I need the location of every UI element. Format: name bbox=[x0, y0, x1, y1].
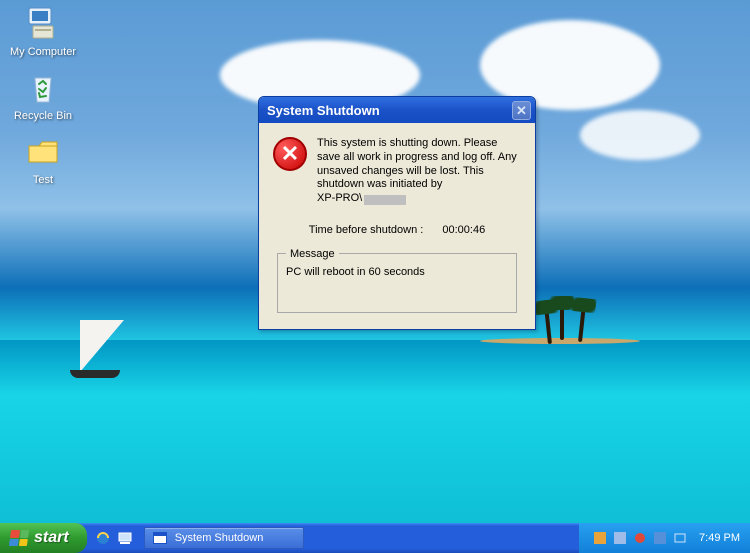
desktop-icon-label: My Computer bbox=[6, 46, 80, 58]
desktop-icon-label: Recycle Bin bbox=[6, 110, 80, 122]
dialog-body: ✕ This system is shutting down. Please s… bbox=[259, 123, 535, 329]
tray-icon[interactable] bbox=[653, 531, 667, 545]
message-legend: Message bbox=[286, 248, 339, 260]
desktop-icon-my-computer[interactable]: My Computer bbox=[6, 4, 80, 58]
desktop-icon-label: Test bbox=[6, 174, 80, 186]
desktop-icons: My Computer Recycle Bin Test bbox=[6, 4, 80, 196]
close-icon: ✕ bbox=[516, 104, 527, 117]
desktop-icon-recycle-bin[interactable]: Recycle Bin bbox=[6, 68, 80, 122]
tray-icon[interactable] bbox=[673, 531, 687, 545]
taskbar-button-label: System Shutdown bbox=[175, 532, 264, 544]
timer-value: 00:00:46 bbox=[442, 224, 485, 236]
start-label: start bbox=[34, 529, 69, 547]
wallpaper-sailboat bbox=[80, 320, 124, 372]
quick-launch-ie-icon[interactable] bbox=[95, 530, 111, 546]
desktop-icon-folder-test[interactable]: Test bbox=[6, 132, 80, 186]
shutdown-message-text: This system is shutting down. Please sav… bbox=[317, 137, 517, 190]
timer-label: Time before shutdown : bbox=[309, 224, 424, 236]
quick-launch bbox=[87, 523, 141, 553]
wallpaper-cloud bbox=[580, 110, 700, 160]
recycle-bin-icon bbox=[23, 68, 63, 108]
taskbar-button-system-shutdown[interactable]: System Shutdown bbox=[144, 527, 304, 549]
folder-icon bbox=[23, 132, 63, 172]
taskbar-clock[interactable]: 7:49 PM bbox=[699, 532, 740, 544]
message-text: PC will reboot in 60 seconds bbox=[286, 266, 508, 278]
tray-icon[interactable] bbox=[633, 531, 647, 545]
wallpaper-palm bbox=[560, 302, 564, 340]
wallpaper-palm bbox=[578, 304, 586, 342]
window-icon bbox=[153, 532, 167, 544]
initiator-prefix: XP-PRO\ bbox=[317, 192, 362, 206]
dialog-title: System Shutdown bbox=[267, 103, 380, 118]
computer-icon bbox=[23, 4, 63, 44]
initiator-redacted bbox=[364, 195, 406, 205]
system-tray: 7:49 PM bbox=[579, 523, 750, 553]
system-shutdown-dialog[interactable]: System Shutdown ✕ ✕ This system is shutt… bbox=[258, 96, 536, 330]
close-button[interactable]: ✕ bbox=[512, 101, 531, 120]
shutdown-initiator: XP-PRO\ bbox=[317, 192, 406, 206]
shutdown-message: This system is shutting down. Please sav… bbox=[317, 137, 521, 206]
taskbar: start System Shutdown 7:49 PM bbox=[0, 523, 750, 553]
tray-icon[interactable] bbox=[593, 531, 607, 545]
dialog-titlebar[interactable]: System Shutdown ✕ bbox=[259, 97, 535, 123]
tray-icon[interactable] bbox=[613, 531, 627, 545]
desktop[interactable]: My Computer Recycle Bin Test Syste bbox=[0, 0, 750, 523]
message-groupbox: Message PC will reboot in 60 seconds bbox=[277, 248, 517, 313]
start-button[interactable]: start bbox=[0, 523, 87, 553]
error-icon: ✕ bbox=[273, 137, 307, 171]
quick-launch-show-desktop-icon[interactable] bbox=[117, 530, 133, 546]
windows-logo-icon bbox=[9, 530, 29, 546]
shutdown-timer: Time before shutdown : 00:00:46 bbox=[273, 224, 521, 236]
